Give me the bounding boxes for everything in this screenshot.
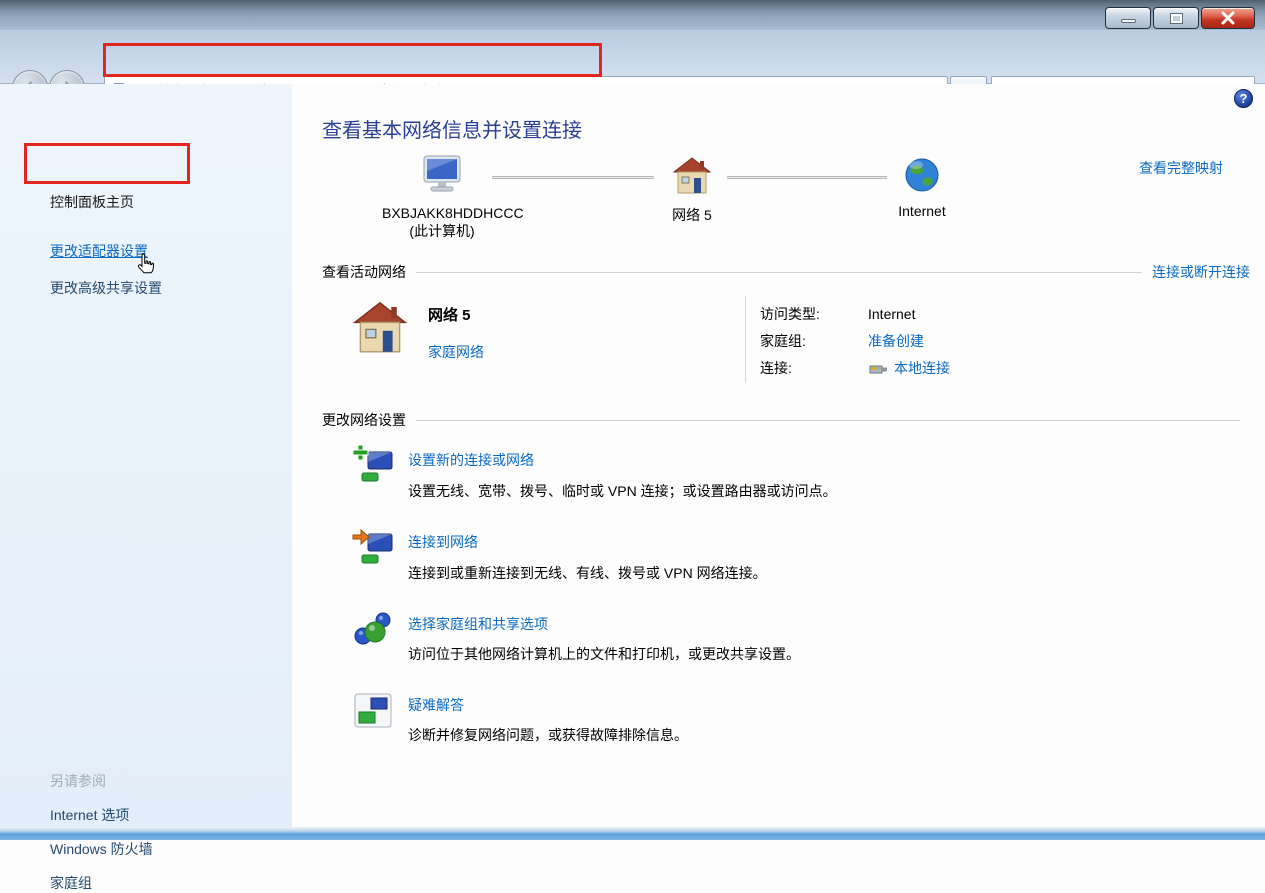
map-connection-line [492, 176, 654, 179]
section-divider-line [416, 272, 1142, 273]
local-area-connection-link[interactable]: 本地连接 [894, 358, 950, 378]
see-full-map-link[interactable]: 查看完整映射 [1139, 158, 1223, 178]
globe-icon [903, 156, 941, 194]
active-network-name: 网络 5 [428, 304, 471, 325]
troubleshoot-icon [352, 690, 394, 732]
sidebar-item-internet-options[interactable]: Internet 选项 [50, 805, 129, 825]
access-type-row: 访问类型: Internet [760, 304, 1240, 324]
homegroup-ready-link[interactable]: 准备创建 [868, 331, 924, 351]
task-troubleshoot-link[interactable]: 疑难解答 [408, 695, 464, 715]
task-choose-homegroup-link[interactable]: 选择家庭组和共享选项 [408, 614, 548, 634]
task-setup-new-connection-desc: 设置无线、宽带、拨号、临时或 VPN 连接；或设置路由器或访问点。 [408, 481, 837, 501]
window-controls [1103, 7, 1255, 29]
maximize-icon [1171, 14, 1182, 23]
map-node-internet[interactable]: Internet [877, 156, 967, 219]
map-node-computer[interactable]: BXBJAKK8HDDHCCC (此计算机) [382, 154, 502, 241]
ethernet-icon [868, 362, 888, 375]
homegroup-label: 家庭组: [760, 331, 868, 351]
active-network-type-link[interactable]: 家庭网络 [428, 342, 484, 362]
homegroup-row: 家庭组: 准备创建 [760, 331, 1240, 351]
sidebar-see-also-header: 另请参阅 [50, 771, 106, 791]
active-networks-section-header: 查看活动网络 连接或断开连接 [322, 262, 1250, 282]
house-icon [352, 300, 408, 356]
change-settings-section-header: 更改网络设置 [322, 410, 1250, 430]
map-connection-line [727, 176, 887, 179]
connect-disconnect-link[interactable]: 连接或断开连接 [1152, 262, 1250, 282]
access-type-label: 访问类型: [760, 304, 868, 324]
connections-label: 连接: [760, 358, 868, 378]
connect-to-network-icon [352, 526, 394, 568]
address-band: ▶ 控制面板 ▶ 网络和 Internet ▶ 网络和共享中心 [0, 30, 1265, 84]
task-troubleshoot-desc: 诊断并修复网络问题，或获得故障排除信息。 [408, 725, 688, 745]
task-setup-new-connection-link[interactable]: 设置新的连接或网络 [408, 450, 534, 470]
minimize-button[interactable] [1105, 7, 1151, 29]
maximize-button[interactable] [1153, 7, 1199, 29]
map-node-network[interactable]: 网络 5 [647, 156, 737, 225]
task-connect-to-network-desc: 连接到或重新连接到无线、有线、拨号或 VPN 网络连接。 [408, 563, 767, 583]
close-button[interactable] [1201, 7, 1255, 29]
active-network-icon-wrap[interactable] [352, 300, 408, 359]
sidebar-item-change-advanced-sharing[interactable]: 更改高级共享设置 [50, 278, 162, 298]
close-icon [1220, 11, 1236, 25]
help-icon[interactable]: ? [1234, 89, 1253, 108]
map-internet-label: Internet [877, 203, 967, 219]
active-network-divider [745, 296, 746, 383]
main-pane: ? 查看基本网络信息并设置连接 BXBJAKK8HDDHCCC (此计算机) 网… [292, 84, 1265, 827]
map-network-label: 网络 5 [647, 205, 737, 225]
task-choose-homegroup-desc: 访问位于其他网络计算机上的文件和打印机，或更改共享设置。 [408, 644, 800, 664]
new-connection-icon [352, 444, 394, 486]
sidebar-item-control-panel-home[interactable]: 控制面板主页 [50, 192, 134, 212]
access-type-value: Internet [868, 306, 915, 322]
connections-row: 连接: 本地连接 [760, 358, 1240, 378]
window-bottom-edge [0, 827, 1265, 840]
title-bar [0, 0, 1265, 30]
page-title: 查看基本网络信息并设置连接 [322, 114, 582, 143]
computer-icon [418, 154, 466, 196]
sidebar-item-homegroup[interactable]: 家庭组 [50, 873, 92, 893]
section-divider-line [416, 420, 1240, 421]
minimize-icon [1121, 19, 1136, 23]
hand-cursor-icon [134, 252, 158, 278]
sidebar-item-windows-firewall[interactable]: Windows 防火墙 [50, 839, 153, 859]
change-settings-header-text: 更改网络设置 [322, 410, 406, 430]
homegroup-sharing-icon [352, 608, 394, 650]
computer-note-label: (此计算机) [382, 221, 502, 241]
computer-name-label: BXBJAKK8HDDHCCC [382, 205, 502, 221]
active-networks-header-text: 查看活动网络 [322, 262, 406, 282]
sidebar: 控制面板主页 更改适配器设置 更改高级共享设置 另请参阅 Internet 选项… [0, 84, 292, 827]
task-connect-to-network-link[interactable]: 连接到网络 [408, 532, 478, 552]
house-icon [672, 156, 712, 196]
